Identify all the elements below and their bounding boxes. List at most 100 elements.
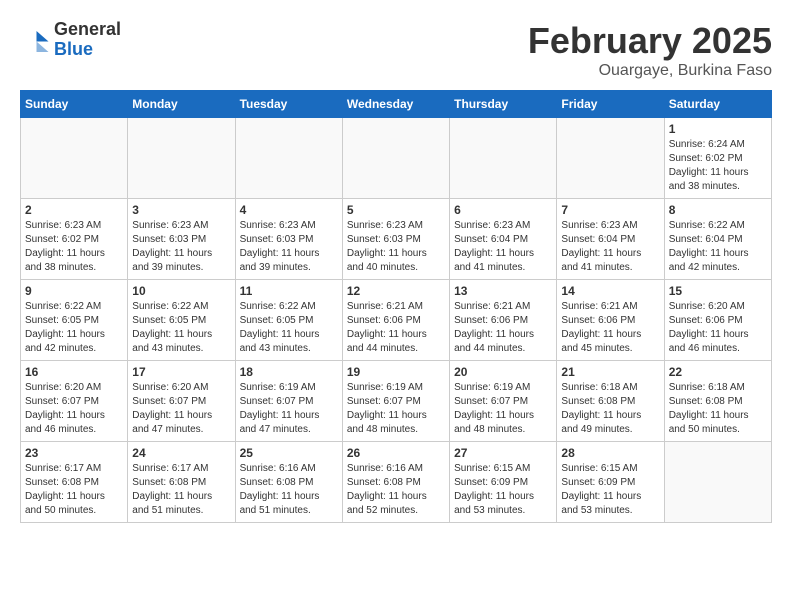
calendar-cell: 24 Sunrise: 6:17 AM Sunset: 6:08 PM Dayli… bbox=[128, 442, 235, 523]
day-number: 19 bbox=[347, 365, 445, 379]
day-number: 22 bbox=[669, 365, 767, 379]
calendar-cell: 8 Sunrise: 6:22 AM Sunset: 6:04 PM Daylig… bbox=[664, 199, 771, 280]
day-number: 8 bbox=[669, 203, 767, 217]
calendar-week-3: 9 Sunrise: 6:22 AM Sunset: 6:05 PM Daylig… bbox=[21, 280, 772, 361]
calendar-cell: 12Sunrise: 6:21 AM Sunset: 6:06 PM Dayli… bbox=[342, 280, 449, 361]
day-info: Sunrise: 6:16 AM Sunset: 6:08 PM Dayligh… bbox=[347, 462, 445, 518]
day-number: 21 bbox=[561, 365, 659, 379]
day-info: Sunrise: 6:23 AM Sunset: 6:02 PM Dayligh… bbox=[25, 219, 123, 275]
calendar-cell bbox=[235, 118, 342, 199]
day-number: 26 bbox=[347, 446, 445, 460]
day-info: Sunrise: 6:19 AM Sunset: 6:07 PM Dayligh… bbox=[454, 381, 552, 437]
weekday-header-tuesday: Tuesday bbox=[235, 91, 342, 118]
calendar-cell: 23 Sunrise: 6:17 AM Sunset: 6:08 PM Dayli… bbox=[21, 442, 128, 523]
calendar-cell: 20 Sunrise: 6:19 AM Sunset: 6:07 PM Dayli… bbox=[450, 361, 557, 442]
calendar-cell: 25 Sunrise: 6:16 AM Sunset: 6:08 PM Dayli… bbox=[235, 442, 342, 523]
location-subtitle: Ouargaye, Burkina Faso bbox=[528, 62, 772, 80]
logo: General Blue bbox=[20, 20, 121, 60]
day-info: Sunrise: 6:23 AM Sunset: 6:03 PM Dayligh… bbox=[132, 219, 230, 275]
day-info: Sunrise: 6:15 AM Sunset: 6:09 PM Dayligh… bbox=[454, 462, 552, 518]
day-number: 1 bbox=[669, 122, 767, 136]
weekday-header-sunday: Sunday bbox=[21, 91, 128, 118]
day-number: 3 bbox=[132, 203, 230, 217]
day-number: 24 bbox=[132, 446, 230, 460]
weekday-header-thursday: Thursday bbox=[450, 91, 557, 118]
day-number: 27 bbox=[454, 446, 552, 460]
calendar-cell bbox=[342, 118, 449, 199]
page-header: General Blue February 2025 Ouargaye, Bur… bbox=[20, 20, 772, 80]
logo-general-text: General bbox=[54, 20, 121, 40]
calendar-week-4: 16 Sunrise: 6:20 AM Sunset: 6:07 PM Dayli… bbox=[21, 361, 772, 442]
day-number: 20 bbox=[454, 365, 552, 379]
day-number: 4 bbox=[240, 203, 338, 217]
day-info: Sunrise: 6:21 AM Sunset: 6:06 PM Dayligh… bbox=[561, 300, 659, 356]
weekday-header-saturday: Saturday bbox=[664, 91, 771, 118]
calendar-cell: 19 Sunrise: 6:19 AM Sunset: 6:07 PM Dayli… bbox=[342, 361, 449, 442]
calendar-cell: 17 Sunrise: 6:20 AM Sunset: 6:07 PM Dayli… bbox=[128, 361, 235, 442]
day-info: Sunrise: 6:19 AM Sunset: 6:07 PM Dayligh… bbox=[347, 381, 445, 437]
calendar-cell bbox=[450, 118, 557, 199]
calendar-cell: 1 Sunrise: 6:24 AM Sunset: 6:02 PM Daylig… bbox=[664, 118, 771, 199]
day-info: Sunrise: 6:22 AM Sunset: 6:05 PM Dayligh… bbox=[240, 300, 338, 356]
calendar-cell bbox=[664, 442, 771, 523]
day-info: Sunrise: 6:21 AM Sunset: 6:06 PM Dayligh… bbox=[347, 300, 445, 356]
day-number: 13 bbox=[454, 284, 552, 298]
calendar-week-2: 2 Sunrise: 6:23 AM Sunset: 6:02 PM Daylig… bbox=[21, 199, 772, 280]
day-number: 2 bbox=[25, 203, 123, 217]
day-info: Sunrise: 6:20 AM Sunset: 6:07 PM Dayligh… bbox=[132, 381, 230, 437]
calendar-cell: 13 Sunrise: 6:21 AM Sunset: 6:06 PM Dayli… bbox=[450, 280, 557, 361]
day-info: Sunrise: 6:17 AM Sunset: 6:08 PM Dayligh… bbox=[25, 462, 123, 518]
day-info: Sunrise: 6:20 AM Sunset: 6:07 PM Dayligh… bbox=[25, 381, 123, 437]
calendar-cell: 9 Sunrise: 6:22 AM Sunset: 6:05 PM Daylig… bbox=[21, 280, 128, 361]
day-info: Sunrise: 6:24 AM Sunset: 6:02 PM Dayligh… bbox=[669, 138, 767, 194]
weekday-header-row: SundayMondayTuesdayWednesdayThursdayFrid… bbox=[21, 91, 772, 118]
day-info: Sunrise: 6:23 AM Sunset: 6:03 PM Dayligh… bbox=[240, 219, 338, 275]
weekday-header-friday: Friday bbox=[557, 91, 664, 118]
day-number: 28 bbox=[561, 446, 659, 460]
calendar-cell: 14 Sunrise: 6:21 AM Sunset: 6:06 PM Dayli… bbox=[557, 280, 664, 361]
day-info: Sunrise: 6:16 AM Sunset: 6:08 PM Dayligh… bbox=[240, 462, 338, 518]
day-info: Sunrise: 6:22 AM Sunset: 6:05 PM Dayligh… bbox=[25, 300, 123, 356]
calendar-cell: 26 Sunrise: 6:16 AM Sunset: 6:08 PM Dayli… bbox=[342, 442, 449, 523]
day-number: 7 bbox=[561, 203, 659, 217]
calendar-cell: 7 Sunrise: 6:23 AM Sunset: 6:04 PM Daylig… bbox=[557, 199, 664, 280]
day-info: Sunrise: 6:18 AM Sunset: 6:08 PM Dayligh… bbox=[669, 381, 767, 437]
day-info: Sunrise: 6:23 AM Sunset: 6:03 PM Dayligh… bbox=[347, 219, 445, 275]
day-number: 18 bbox=[240, 365, 338, 379]
day-number: 25 bbox=[240, 446, 338, 460]
calendar-table: SundayMondayTuesdayWednesdayThursdayFrid… bbox=[20, 90, 772, 523]
day-number: 15 bbox=[669, 284, 767, 298]
day-info: Sunrise: 6:23 AM Sunset: 6:04 PM Dayligh… bbox=[454, 219, 552, 275]
title-block: February 2025 Ouargaye, Burkina Faso bbox=[528, 20, 772, 80]
calendar-cell: 10Sunrise: 6:22 AM Sunset: 6:05 PM Dayli… bbox=[128, 280, 235, 361]
weekday-header-wednesday: Wednesday bbox=[342, 91, 449, 118]
calendar-week-5: 23 Sunrise: 6:17 AM Sunset: 6:08 PM Dayli… bbox=[21, 442, 772, 523]
logo-blue-text: Blue bbox=[54, 40, 121, 60]
day-info: Sunrise: 6:15 AM Sunset: 6:09 PM Dayligh… bbox=[561, 462, 659, 518]
day-info: Sunrise: 6:20 AM Sunset: 6:06 PM Dayligh… bbox=[669, 300, 767, 356]
weekday-header-monday: Monday bbox=[128, 91, 235, 118]
day-number: 16 bbox=[25, 365, 123, 379]
calendar-cell bbox=[128, 118, 235, 199]
calendar-cell bbox=[21, 118, 128, 199]
day-number: 10 bbox=[132, 284, 230, 298]
day-number: 11 bbox=[240, 284, 338, 298]
day-info: Sunrise: 6:23 AM Sunset: 6:04 PM Dayligh… bbox=[561, 219, 659, 275]
calendar-cell: 27 Sunrise: 6:15 AM Sunset: 6:09 PM Dayli… bbox=[450, 442, 557, 523]
calendar-cell: 28 Sunrise: 6:15 AM Sunset: 6:09 PM Dayli… bbox=[557, 442, 664, 523]
day-number: 17 bbox=[132, 365, 230, 379]
logo-icon bbox=[20, 25, 50, 55]
day-number: 23 bbox=[25, 446, 123, 460]
calendar-cell: 22 Sunrise: 6:18 AM Sunset: 6:08 PM Dayli… bbox=[664, 361, 771, 442]
day-info: Sunrise: 6:18 AM Sunset: 6:08 PM Dayligh… bbox=[561, 381, 659, 437]
calendar-cell: 11 Sunrise: 6:22 AM Sunset: 6:05 PM Dayli… bbox=[235, 280, 342, 361]
day-info: Sunrise: 6:19 AM Sunset: 6:07 PM Dayligh… bbox=[240, 381, 338, 437]
month-year-title: February 2025 bbox=[528, 20, 772, 62]
day-number: 14 bbox=[561, 284, 659, 298]
calendar-cell: 6Sunrise: 6:23 AM Sunset: 6:04 PM Daylig… bbox=[450, 199, 557, 280]
day-number: 9 bbox=[25, 284, 123, 298]
day-info: Sunrise: 6:21 AM Sunset: 6:06 PM Dayligh… bbox=[454, 300, 552, 356]
calendar-cell: 3 Sunrise: 6:23 AM Sunset: 6:03 PM Daylig… bbox=[128, 199, 235, 280]
day-info: Sunrise: 6:17 AM Sunset: 6:08 PM Dayligh… bbox=[132, 462, 230, 518]
day-info: Sunrise: 6:22 AM Sunset: 6:04 PM Dayligh… bbox=[669, 219, 767, 275]
